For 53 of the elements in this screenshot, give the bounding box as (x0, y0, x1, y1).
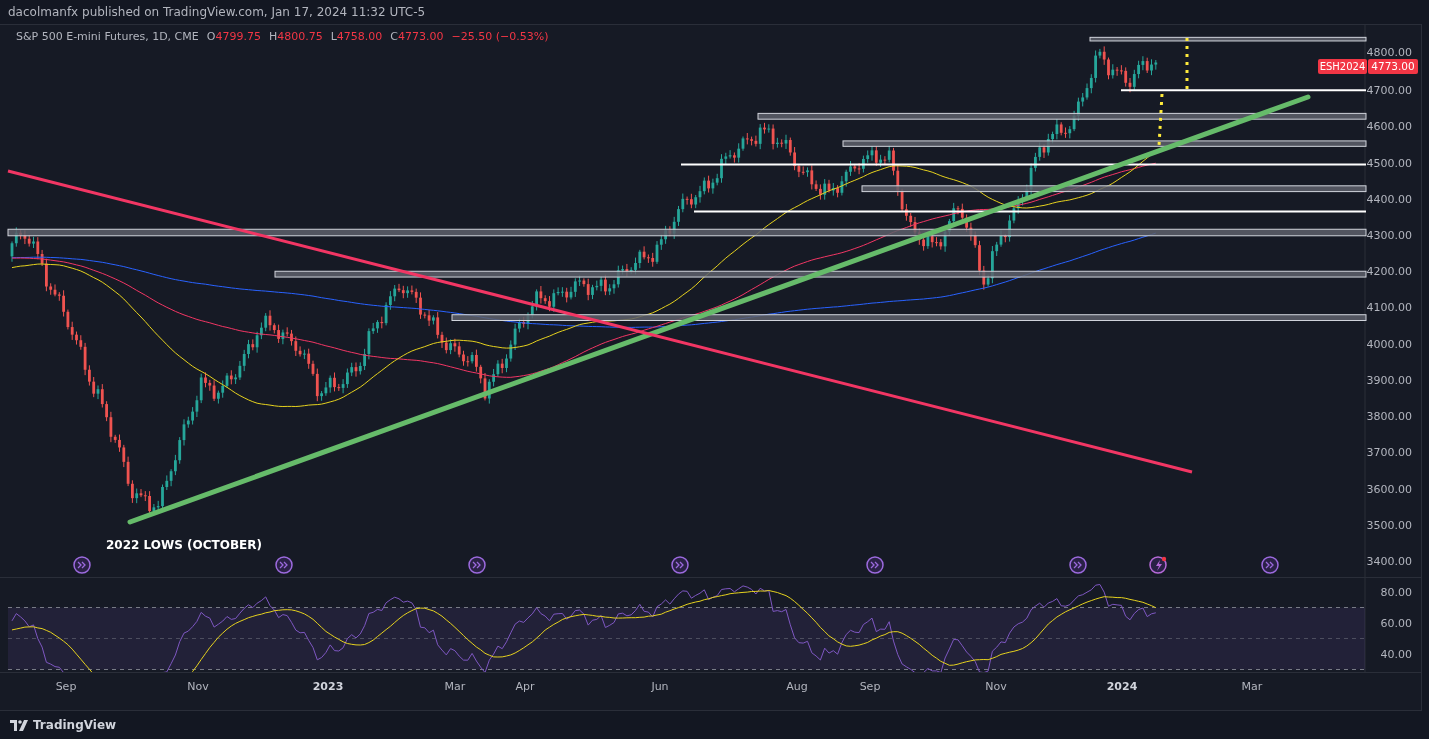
event-icon[interactable] (1069, 556, 1087, 574)
time-axis-label: Apr (515, 680, 535, 693)
time-axis-label: 2023 (312, 680, 344, 693)
rsi-axis-label: 80.00 (1380, 586, 1412, 599)
time-axis-label: Aug (786, 680, 808, 693)
time-axis-label: Mar (1241, 680, 1263, 693)
price-axis-label: 3700.00 (1366, 446, 1412, 460)
brand-name: TradingView (33, 718, 117, 732)
time-axis-label: Mar (444, 680, 466, 693)
ohlc-value: L4758.00 (330, 30, 383, 43)
time-axis-label: Nov (187, 680, 209, 693)
price-axis-label: 4000.00 (1366, 337, 1412, 351)
logo-icon (10, 719, 28, 731)
event-icon[interactable] (1261, 556, 1279, 574)
time-axis-label: 2024 (1106, 680, 1138, 693)
time-axis-label: Nov (985, 680, 1007, 693)
rsi-chart[interactable]: 80.00 60.00 40.00 (0, 577, 1421, 672)
price-axis-label: 4500.00 (1366, 156, 1412, 170)
event-icon[interactable] (73, 556, 91, 574)
rsi-axis-label: 60.00 (1380, 617, 1412, 630)
price-axis-label: 3900.00 (1366, 373, 1412, 387)
rsi-axis-label: 40.00 (1380, 648, 1412, 661)
measure-line (1157, 93, 1164, 147)
event-icon[interactable] (468, 556, 486, 574)
price-change: −25.50 (−0.53%) (451, 30, 549, 43)
symbol-tag: ESH2024 (1318, 59, 1367, 74)
chart-annotation: 2022 LOWS (OCTOBER) (106, 538, 262, 552)
price-axis-label: 4100.00 (1366, 301, 1412, 315)
symbol-title: S&P 500 E-mini Futures, 1D, CME (16, 30, 199, 43)
price-axis-label: 4600.00 (1366, 120, 1412, 134)
price-axis-label: 4800.00 (1366, 46, 1412, 59)
time-axis-label: Jun (651, 680, 669, 693)
event-icon[interactable] (866, 556, 884, 574)
price-axis-label: 4300.00 (1366, 229, 1412, 243)
measure-line (1185, 38, 1189, 90)
last-price-tag: 4773.00 (1368, 59, 1418, 74)
ohlc-value: H4800.75 (268, 30, 323, 43)
price-axis-label: 3800.00 (1366, 410, 1412, 424)
price-axis-label: 4200.00 (1366, 265, 1412, 279)
event-icon[interactable] (275, 556, 293, 574)
publisher-line: dacolmanfx published on TradingView.com, Jan 17, 2024 11:32 UTC-5 (7, 4, 427, 21)
time-axis[interactable]: Sep Nov 2023 Mar Apr Jun Aug Sep Nov 2024 Mar (0, 672, 1421, 708)
earnings-event-icon[interactable] (1149, 556, 1167, 574)
price-axis-label: 4400.00 (1366, 192, 1412, 206)
event-icon[interactable] (671, 556, 689, 574)
price-axis-label: 3600.00 (1366, 482, 1412, 496)
ohlc-value: C4773.00 (390, 30, 444, 43)
price-axis-label: 3400.00 (1366, 554, 1412, 568)
price-axis-label: 3500.00 (1366, 518, 1412, 532)
time-axis-label: Sep (55, 680, 77, 693)
time-axis-label: Sep (859, 680, 881, 693)
price-axis-label: 4700.00 (1366, 84, 1412, 98)
ohlc-value: O4799.75 (206, 30, 261, 43)
